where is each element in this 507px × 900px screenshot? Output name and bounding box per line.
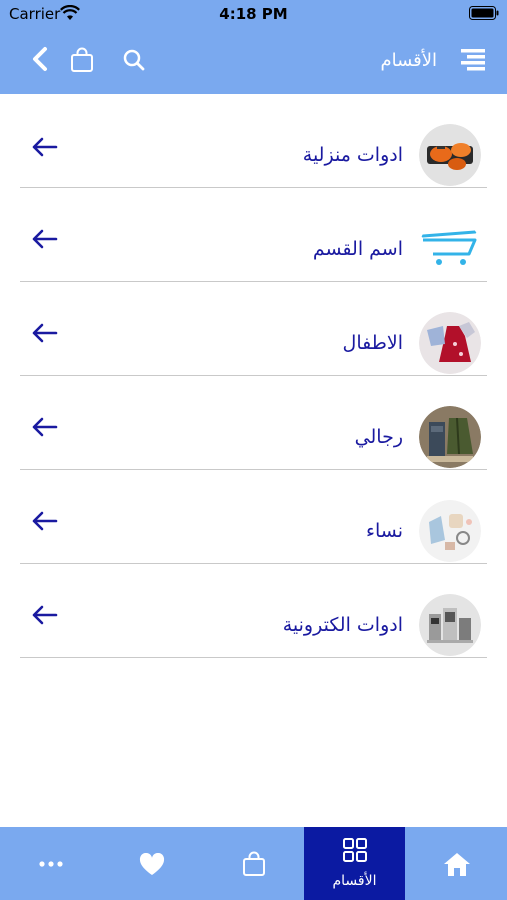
arrow-left-icon — [32, 137, 58, 157]
row-divider — [20, 657, 487, 658]
bag-icon — [242, 851, 265, 876]
arrow-left-icon — [32, 605, 58, 625]
grid-icon — [342, 838, 367, 862]
tab-categories-label: الأقسام — [332, 873, 377, 889]
category-label: رجالي — [354, 426, 403, 448]
category-label: ادوات الكترونية — [282, 614, 403, 636]
category-row[interactable]: اسم القسم — [0, 188, 507, 282]
arrow-left-icon — [32, 229, 58, 249]
back-chevron-icon[interactable] — [26, 44, 54, 74]
category-row[interactable]: الاطفال — [0, 282, 507, 376]
menu-icon[interactable] — [457, 44, 489, 76]
tab-favorites[interactable] — [101, 827, 202, 900]
tab-cart[interactable] — [203, 827, 304, 900]
bottom-tab-bar: الأقسام — [0, 827, 507, 900]
tab-home[interactable] — [406, 827, 507, 900]
heart-icon — [139, 853, 164, 875]
category-row[interactable]: ادوات الكترونية — [0, 564, 507, 658]
battery-icon — [469, 6, 499, 20]
category-label: ادوات منزلية — [302, 144, 403, 166]
category-list: ادوات منزلية اسم القسم الاطفال رجالي نسا… — [0, 94, 507, 658]
home-icon — [443, 853, 470, 876]
more-icon — [38, 861, 63, 867]
category-row[interactable]: نساء — [0, 470, 507, 564]
mens-clothes-icon — [419, 406, 481, 468]
page-title: الأقسام — [380, 50, 437, 71]
tab-more[interactable] — [0, 827, 101, 900]
womens-items-icon — [419, 500, 481, 562]
arrow-left-icon — [32, 417, 58, 437]
shopping-bag-icon[interactable] — [68, 46, 96, 74]
search-icon[interactable] — [121, 47, 147, 73]
category-row[interactable]: ادوات منزلية — [0, 94, 507, 188]
category-label: الاطفال — [342, 332, 403, 354]
nav-bar: الأقسام — [0, 28, 507, 94]
cart-icon — [421, 230, 477, 265]
cookware-icon — [419, 124, 481, 186]
category-label: اسم القسم — [312, 238, 403, 260]
status-time: 4:18 PM — [219, 5, 288, 23]
arrow-left-icon — [32, 323, 58, 343]
category-row[interactable]: رجالي — [0, 376, 507, 470]
arrow-left-icon — [32, 511, 58, 531]
category-label: نساء — [366, 520, 403, 542]
kids-clothes-icon — [419, 312, 481, 374]
app-header: Carrier 4:18 PM الأقسام — [0, 0, 507, 94]
status-bar: Carrier 4:18 PM — [0, 0, 507, 28]
electronics-icon — [419, 594, 481, 656]
tab-categories[interactable]: الأقسام — [304, 827, 405, 900]
